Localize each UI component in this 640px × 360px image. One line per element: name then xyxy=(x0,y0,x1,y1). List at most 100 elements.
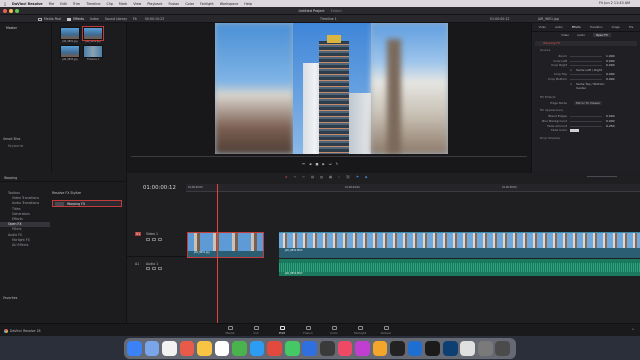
go-to-start-icon[interactable]: ⏮ xyxy=(302,162,305,166)
link-icon[interactable]: ⛓ xyxy=(346,175,350,179)
param-slider[interactable] xyxy=(570,125,602,127)
inspector-tab-effects[interactable]: Effects xyxy=(572,26,581,29)
menu-trim[interactable]: Trim xyxy=(73,2,80,6)
blade-tool-icon[interactable]: ✂ xyxy=(302,175,305,179)
param-edge-mode[interactable]: Edge Mode Mirror To Viewer xyxy=(532,100,640,106)
select-tool-icon[interactable]: ➤ xyxy=(285,175,288,179)
timeline-name-dropdown[interactable]: Timeline 1 xyxy=(320,17,337,21)
subtab-video[interactable]: Video xyxy=(561,33,569,37)
media-clip[interactable]: JAR_9851.jpg xyxy=(60,27,80,43)
page-color[interactable]: Color xyxy=(321,326,347,335)
dock-app-icon[interactable] xyxy=(425,341,440,356)
dock-app-icon[interactable] xyxy=(460,341,476,356)
media-clip[interactable]: JAR_9852.jpg xyxy=(82,26,104,43)
playhead[interactable] xyxy=(217,184,218,323)
track-v1-badge[interactable]: V1 xyxy=(135,232,142,236)
option-center[interactable]: Center xyxy=(532,86,640,91)
dock-app-icon[interactable] xyxy=(232,341,247,356)
clip-thumbnail[interactable] xyxy=(60,45,80,58)
dock-app-icon[interactable] xyxy=(337,341,353,356)
audio-clip[interactable]: JAR_9852.MOV xyxy=(279,259,640,276)
menu-playback[interactable]: Playback xyxy=(147,2,162,6)
menu-fairlight[interactable]: Fairlight xyxy=(200,2,214,6)
sound-library-button[interactable]: Sound Library xyxy=(105,17,127,21)
checkbox-icon[interactable]: ✓ xyxy=(570,68,573,72)
dock-app-icon[interactable] xyxy=(144,341,160,356)
media-pool-icon[interactable] xyxy=(38,17,42,21)
eye-icon[interactable] xyxy=(158,238,162,241)
clip-thumbnail[interactable] xyxy=(82,26,104,41)
page-deliver[interactable]: Deliver xyxy=(373,326,399,335)
page-edit[interactable]: Edit xyxy=(269,326,295,335)
page-cut[interactable]: Cut xyxy=(243,326,269,335)
clip-thumbnail[interactable] xyxy=(60,27,80,40)
inspector-tab-audio[interactable]: Audio xyxy=(555,26,562,29)
dock-app-icon[interactable] xyxy=(477,341,493,356)
inspector-tab-image[interactable]: Image xyxy=(612,26,620,29)
param-value[interactable]: 0.000 xyxy=(606,77,615,81)
effects-button[interactable]: Effects xyxy=(73,17,84,21)
section-fill-extend[interactable]: Fill Extend xyxy=(540,95,640,99)
menu-mark[interactable]: Mark xyxy=(119,2,127,6)
param-slider[interactable] xyxy=(570,120,602,122)
page-fusion[interactable]: Fusion xyxy=(295,326,321,335)
play-icon[interactable]: ▶ xyxy=(322,162,324,166)
apple-icon[interactable]:  xyxy=(4,2,6,6)
checkbox-icon[interactable]: ✓ xyxy=(570,82,573,86)
dock-app-icon[interactable] xyxy=(390,341,405,356)
section-drop-shadow[interactable]: Drop Shadow xyxy=(540,136,640,140)
lock-icon[interactable] xyxy=(146,238,150,241)
dock-app-icon[interactable] xyxy=(179,341,195,356)
section-source[interactable]: Source xyxy=(540,48,640,52)
flag-icon[interactable]: ⚑ xyxy=(356,175,359,179)
param-slider[interactable] xyxy=(570,65,602,67)
menu-workspace[interactable]: Workspace xyxy=(220,2,239,6)
track-a1-badge[interactable]: A1 xyxy=(135,262,139,266)
page-media[interactable]: Media xyxy=(217,326,243,335)
autoselect-icon[interactable] xyxy=(152,238,156,241)
dock-app-icon[interactable] xyxy=(162,341,177,356)
effects-icon[interactable] xyxy=(67,17,72,21)
loop-icon[interactable]: ↻ xyxy=(336,162,339,166)
menu-fusion[interactable]: Fusion xyxy=(168,2,179,6)
param-value[interactable]: 0.000 xyxy=(606,72,615,76)
dock-app-icon[interactable] xyxy=(127,341,142,356)
inspector-tab-transition[interactable]: Transition xyxy=(590,26,603,29)
page-fairlight[interactable]: Fairlight xyxy=(347,326,373,335)
param-value[interactable]: 0.000 xyxy=(606,59,615,63)
dock-app-icon[interactable] xyxy=(407,341,423,356)
media-clip[interactable]: JAR_9853.jpg xyxy=(60,45,80,61)
param-value[interactable]: 0.000 xyxy=(606,119,615,123)
overwrite-icon[interactable]: ▥ xyxy=(320,175,323,179)
param-fade-color[interactable]: Fade Color xyxy=(532,128,640,133)
keywords-bin[interactable]: Keywords xyxy=(8,144,23,148)
subtab-audio[interactable]: Audio xyxy=(577,33,585,37)
menu-help[interactable]: Help xyxy=(244,2,252,6)
param-slider[interactable] xyxy=(570,78,602,80)
replace-icon[interactable]: ▦ xyxy=(329,175,332,179)
openfx-plugin-header[interactable]: Warping FX xyxy=(535,41,637,46)
menubar-clock[interactable]: Fri Jun 2 11:43 AM xyxy=(599,1,630,5)
menu-app-name[interactable]: DaVinci Resolve xyxy=(12,2,43,6)
mute-icon[interactable] xyxy=(158,267,162,270)
fx-tree-favorites[interactable]: Favorites xyxy=(3,296,17,300)
zoom-slider[interactable] xyxy=(587,176,617,177)
go-to-end-icon[interactable]: ⏭ xyxy=(329,162,332,166)
dock-app-icon[interactable] xyxy=(284,341,300,356)
trim-tool-icon[interactable]: ⇿ xyxy=(294,175,297,179)
menu-file[interactable]: File xyxy=(49,2,55,6)
media-clip[interactable]: Timeline 1 xyxy=(83,45,103,61)
menu-clip[interactable]: Clip xyxy=(106,2,112,6)
param-value[interactable]: 1.000 xyxy=(606,54,615,58)
index-button[interactable]: Index xyxy=(90,17,99,21)
stop-icon[interactable]: ■ xyxy=(315,162,318,166)
play-reverse-icon[interactable]: ◀ xyxy=(309,162,311,166)
edge-mode-dropdown[interactable]: Mirror To Viewer xyxy=(574,100,603,105)
inspector-tab-file[interactable]: File xyxy=(629,26,633,29)
menu-timeline[interactable]: Timeline xyxy=(86,2,100,6)
bin-master[interactable]: Master xyxy=(6,26,51,30)
zoom-dropdown[interactable]: Fit xyxy=(133,17,137,21)
marker-icon[interactable]: ◆ xyxy=(365,175,367,179)
video-clip-selected[interactable]: JAR_9851.jpg xyxy=(187,232,264,258)
timeline-ruler[interactable]: 01:00:00:00 01:00:04:00 01:00:08:00 xyxy=(186,184,640,192)
